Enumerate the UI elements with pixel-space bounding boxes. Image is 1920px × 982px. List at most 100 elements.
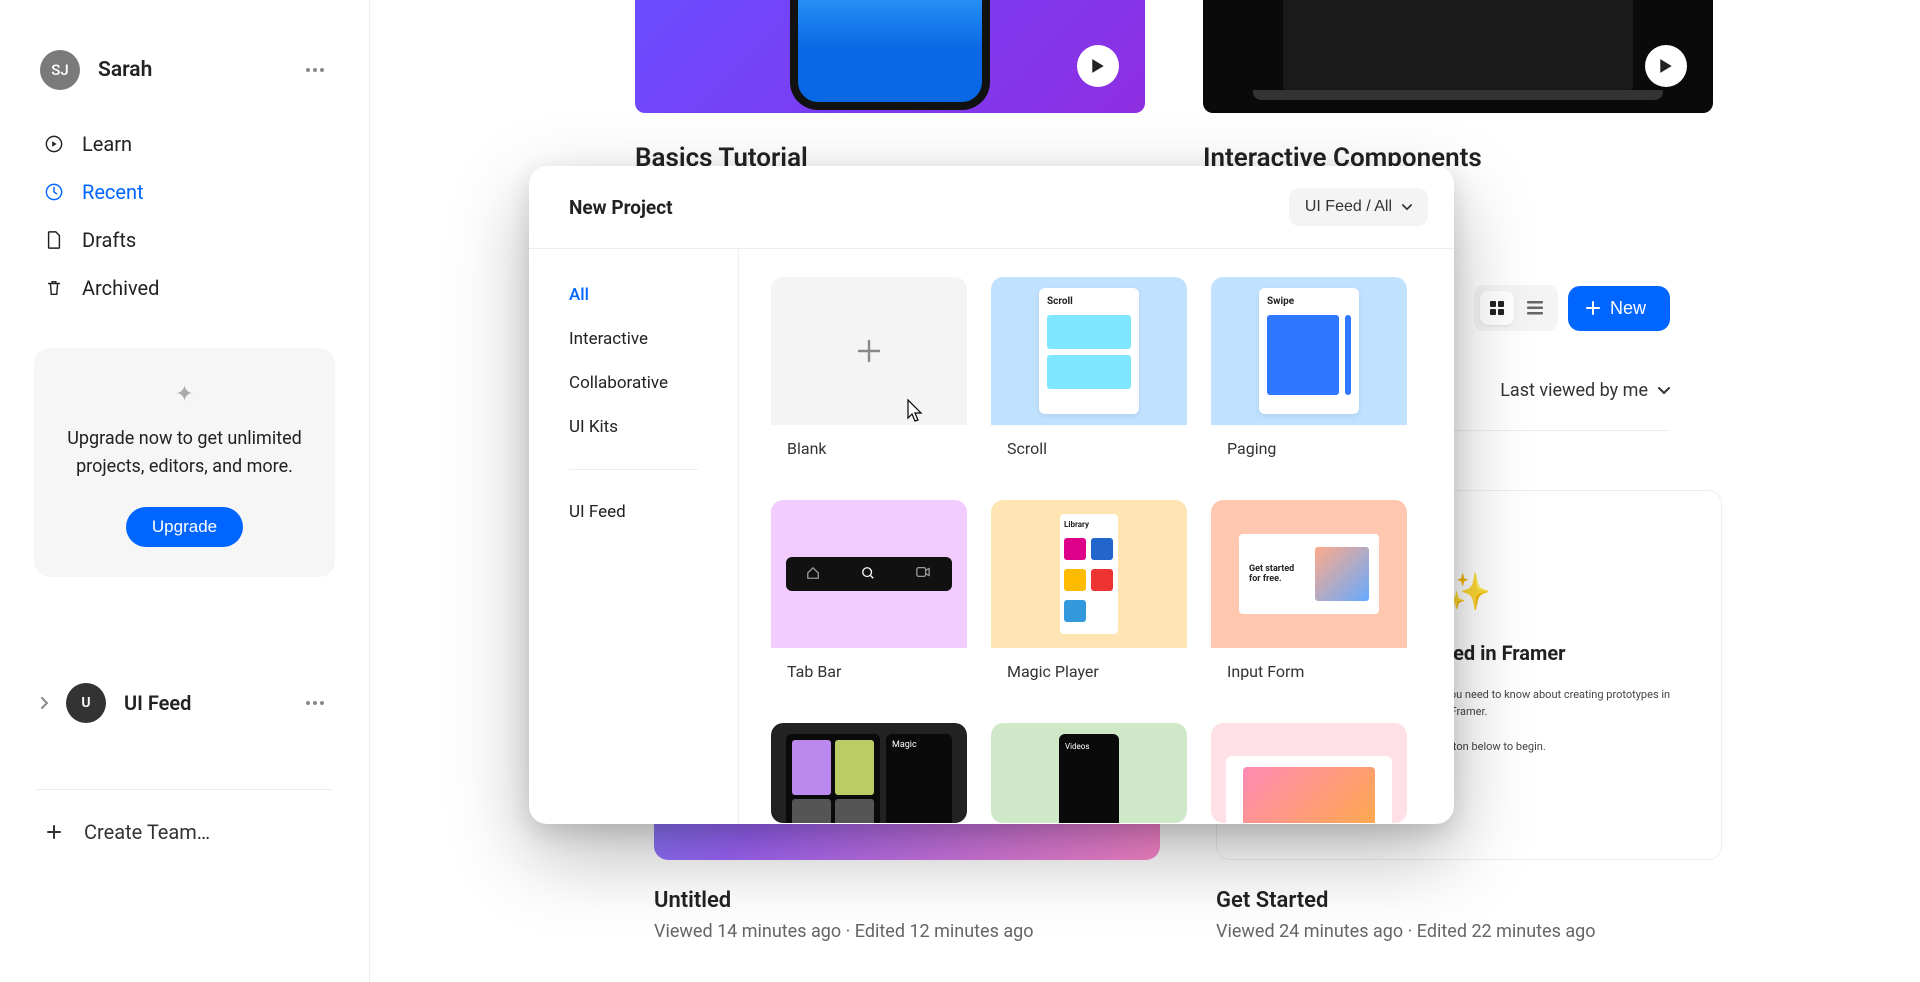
- view-toggle: [1474, 285, 1558, 331]
- laptop-illustration: [1283, 0, 1633, 90]
- modal-filter-dropdown[interactable]: UI Feed / All: [1289, 188, 1428, 226]
- mockup-label: Scroll: [1047, 296, 1131, 307]
- template-ph1[interactable]: Magic: [771, 723, 967, 823]
- modal-body: All Interactive Collaborative UI Kits UI…: [529, 249, 1454, 824]
- chevron-down-icon: [1658, 387, 1670, 395]
- mockup: Get started for free.: [1239, 534, 1379, 614]
- mockup: Scroll: [1039, 288, 1139, 414]
- mockup-label: Library: [1064, 520, 1114, 535]
- sidebar-item-label: Recent: [82, 180, 144, 204]
- create-team-button[interactable]: Create Team…: [0, 790, 369, 874]
- tutorial-thumb: [635, 0, 1145, 113]
- plus-icon: [1586, 301, 1600, 315]
- template-ph2[interactable]: Videos: [991, 723, 1187, 823]
- template-paging[interactable]: Swipe Paging: [1211, 277, 1407, 476]
- tutorial-card-basics[interactable]: Basics Tutorial: [635, 0, 1145, 173]
- modal-nav-uifeed[interactable]: UI Feed: [529, 490, 738, 534]
- project-subtitle: Viewed 14 minutes ago · Edited 12 minute…: [654, 921, 1160, 942]
- sidebar-item-recent[interactable]: Recent: [28, 168, 341, 216]
- tutorial-card-components[interactable]: Interactive Components: [1203, 0, 1713, 173]
- project-title: Get Started: [1216, 888, 1722, 913]
- template-thumb: Scroll: [991, 277, 1187, 425]
- profile-menu-button[interactable]: [301, 56, 329, 84]
- play-circle-icon: [44, 134, 64, 154]
- toolbar: New: [1474, 285, 1670, 331]
- list-icon: [1527, 301, 1543, 315]
- project-title: Untitled: [654, 888, 1160, 913]
- template-form[interactable]: Get started for free. Input Form: [1211, 500, 1407, 699]
- template-thumb: Magic: [771, 723, 967, 823]
- template-thumb: Swipe: [1211, 277, 1407, 425]
- upgrade-card: ✦ Upgrade now to get unlimited projects,…: [34, 348, 335, 577]
- play-icon: [1091, 58, 1105, 74]
- template-scroll[interactable]: Scroll Scroll: [991, 277, 1187, 476]
- modal-nav-collaborative[interactable]: Collaborative: [529, 361, 738, 405]
- modal-nav-all[interactable]: All: [529, 273, 738, 317]
- sidebar-item-drafts[interactable]: Drafts: [28, 216, 341, 264]
- mockup: Magic: [786, 734, 952, 823]
- mockup: [1226, 756, 1392, 823]
- feed-label: UI Feed: [124, 691, 283, 715]
- list-view-button[interactable]: [1518, 291, 1552, 325]
- mockup: Swipe: [1259, 288, 1359, 414]
- home-icon: [806, 566, 822, 582]
- modal-nav-uikits[interactable]: UI Kits: [529, 405, 738, 449]
- upgrade-button[interactable]: Upgrade: [126, 507, 243, 547]
- grid-view-button[interactable]: [1480, 291, 1514, 325]
- filter-label: UI Feed / All: [1305, 198, 1392, 216]
- sidebar-item-label: Drafts: [82, 228, 136, 252]
- new-button-label: New: [1610, 298, 1646, 319]
- upgrade-text: Upgrade now to get unlimited projects, e…: [60, 425, 309, 481]
- modal-title: New Project: [569, 196, 673, 219]
- dots-horizontal-icon: [306, 68, 324, 72]
- dot-separator: ·: [1408, 921, 1417, 942]
- template-magic[interactable]: Library Magic Player: [991, 500, 1187, 699]
- template-thumb: [1211, 723, 1407, 823]
- chevron-right-icon: [40, 697, 48, 709]
- modal-nav: All Interactive Collaborative UI Kits UI…: [529, 249, 739, 824]
- project-edited: Edited 12 minutes ago: [855, 921, 1034, 942]
- mockup: Videos: [1059, 734, 1119, 823]
- plus-icon: [44, 822, 64, 842]
- sidebar-item-archived[interactable]: Archived: [28, 264, 341, 312]
- mockup-label: Magic: [892, 740, 946, 750]
- template-blank[interactable]: Blank: [771, 277, 967, 476]
- new-project-modal: New Project UI Feed / All All Interactiv…: [529, 166, 1454, 824]
- file-icon: [44, 230, 64, 250]
- video-icon: [916, 566, 932, 582]
- create-team-label: Create Team…: [84, 820, 210, 844]
- project-viewed: Viewed 24 minutes ago: [1216, 921, 1403, 942]
- tutorial-thumb: [1203, 0, 1713, 113]
- template-thumb: Library: [991, 500, 1187, 648]
- divider: [569, 469, 698, 470]
- modal-gallery: Blank Scroll Scroll Swipe: [739, 249, 1454, 824]
- mockup-label: Swipe: [1267, 296, 1351, 307]
- template-thumb: Videos: [991, 723, 1187, 823]
- feed-menu-button[interactable]: [301, 689, 329, 717]
- play-button[interactable]: [1645, 45, 1687, 87]
- template-tabbar[interactable]: Tab Bar: [771, 500, 967, 699]
- sort-dropdown[interactable]: Last viewed by me: [1500, 380, 1670, 401]
- play-button[interactable]: [1077, 45, 1119, 87]
- template-thumb: [771, 277, 967, 425]
- modal-nav-interactive[interactable]: Interactive: [529, 317, 738, 361]
- mockup-label: Videos: [1065, 742, 1113, 751]
- template-name: Tab Bar: [771, 648, 967, 699]
- template-ph3[interactable]: [1211, 723, 1407, 823]
- profile-name: Sarah: [98, 58, 283, 82]
- grid-icon: [1489, 300, 1505, 316]
- play-icon: [1659, 58, 1673, 74]
- project-viewed: Viewed 14 minutes ago: [654, 921, 841, 942]
- mockup: Library: [1060, 514, 1118, 634]
- avatar[interactable]: SJ: [40, 50, 80, 90]
- dots-horizontal-icon: [306, 701, 324, 705]
- phone-illustration: [790, 0, 990, 110]
- template-name: Magic Player: [991, 648, 1187, 699]
- sidebar-item-learn[interactable]: Learn: [28, 120, 341, 168]
- new-button[interactable]: New: [1568, 286, 1670, 331]
- nav-list: Learn Recent Drafts Archived: [0, 120, 369, 312]
- plus-icon: [856, 338, 882, 364]
- search-icon: [861, 566, 877, 582]
- sidebar-item-uifeed[interactable]: U UI Feed: [0, 667, 369, 739]
- template-name: Input Form: [1211, 648, 1407, 699]
